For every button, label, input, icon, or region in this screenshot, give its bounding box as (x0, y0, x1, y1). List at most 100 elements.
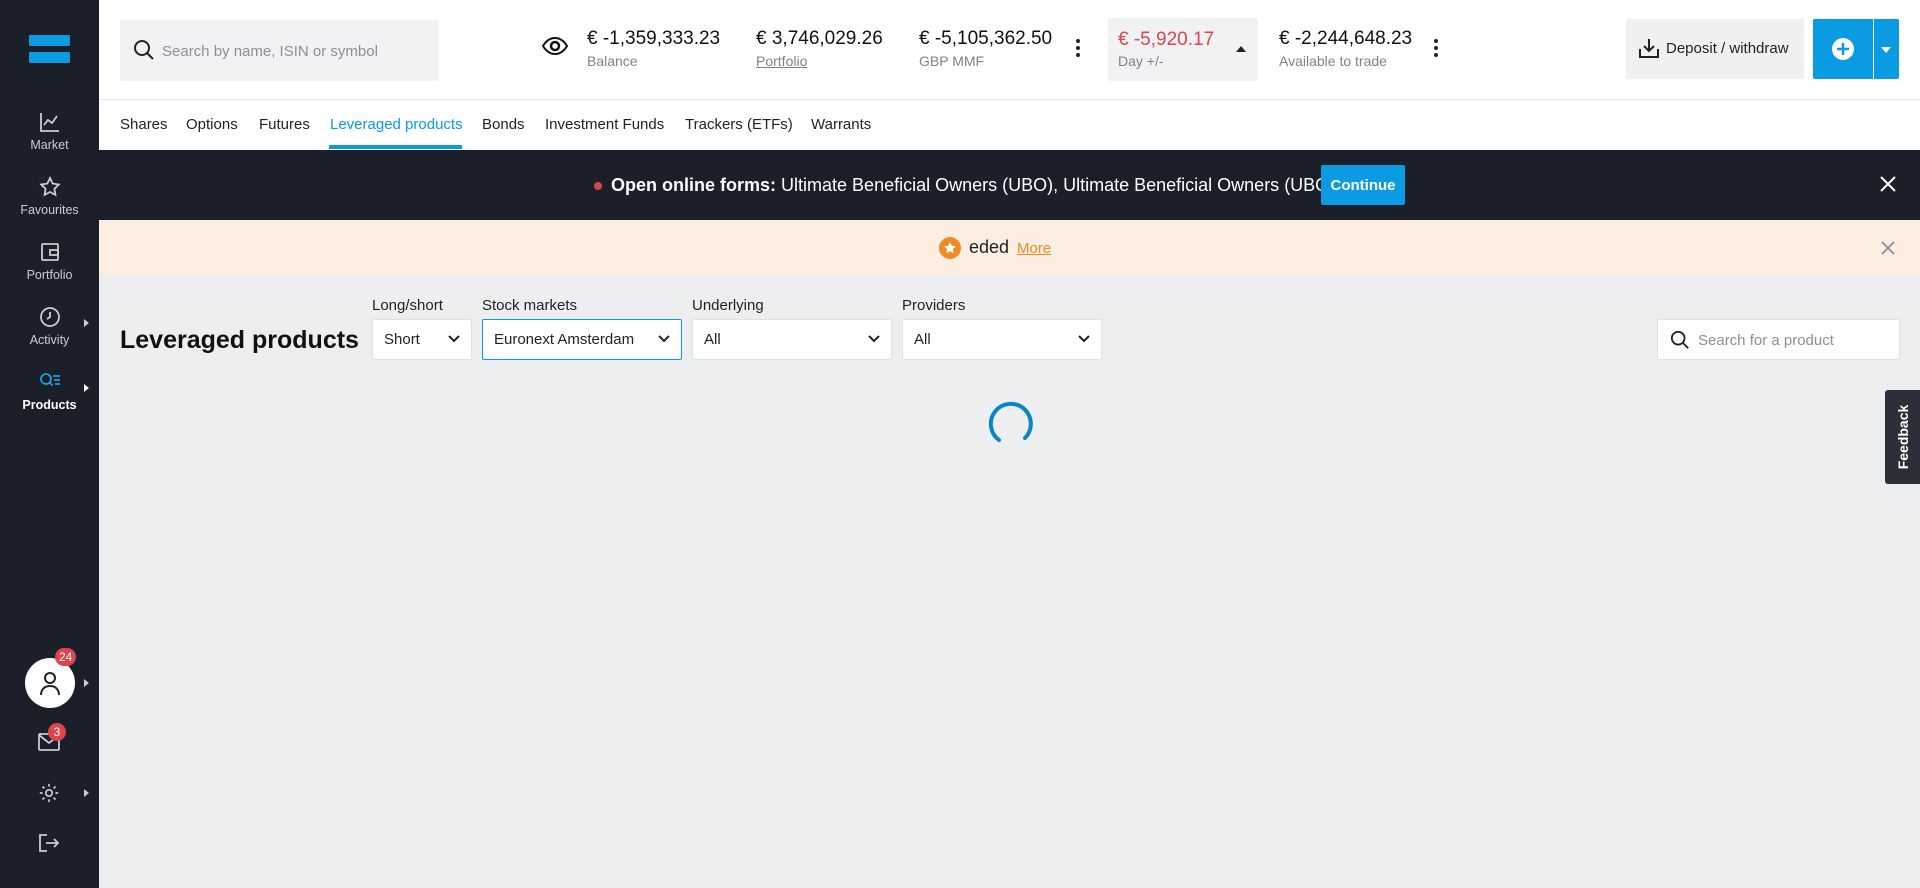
open-forms-title: Open online forms: (611, 175, 777, 195)
filter-label-underlying: Underlying (692, 297, 764, 314)
sidebar-item-label: Products (22, 398, 77, 412)
star-icon (38, 175, 62, 199)
messages-badge: 3 (48, 723, 66, 741)
long-short-value: Short (384, 331, 420, 348)
gbp-mmf-stat: € -5,105,362.50 GBP MMF (919, 28, 1052, 69)
logout-icon[interactable] (38, 833, 60, 858)
day-change-value: € -5,920.17 (1118, 29, 1215, 50)
gbp-mmf-value: € -5,105,362.50 (919, 28, 1053, 49)
eye-icon[interactable] (541, 36, 569, 60)
feedback-label: Feedback (1894, 404, 1911, 470)
portfolio-link[interactable]: Portfolio (756, 53, 883, 69)
upload-tray-icon (1639, 39, 1659, 58)
tab-investment-funds[interactable]: Investment Funds (545, 116, 664, 133)
product-tabs: Shares Options Futures Leveraged product… (99, 100, 1920, 150)
mail-icon[interactable]: 3 (38, 723, 66, 756)
more-options-icon[interactable] (1075, 39, 1081, 61)
tab-shares[interactable]: Shares (120, 116, 168, 133)
chevron-right-icon (84, 384, 89, 392)
add-button[interactable] (1813, 19, 1873, 79)
sidebar-item-products[interactable]: Products (0, 370, 99, 412)
filter-label-long-short: Long/short (372, 297, 443, 314)
providers-select[interactable]: All (902, 319, 1102, 360)
balance-label: Balance (587, 53, 638, 69)
chevron-down-icon (868, 335, 880, 343)
search-input[interactable] (162, 38, 422, 64)
chevron-down-icon (658, 335, 670, 343)
chart-line-icon (38, 110, 62, 134)
underlying-value: All (704, 331, 721, 348)
search-list-icon (38, 370, 62, 394)
header: € -1,359,333.23 Balance € 3,746,029.26 P… (99, 0, 1920, 100)
tab-warrants[interactable]: Warrants (811, 116, 871, 133)
search-icon (134, 40, 154, 60)
chevron-down-icon (448, 335, 460, 343)
global-search[interactable] (120, 20, 439, 81)
clock-icon (38, 305, 62, 329)
long-short-select[interactable]: Short (372, 319, 472, 360)
user-icon (40, 672, 60, 696)
active-tab-indicator (329, 145, 462, 149)
star-badge-icon (939, 237, 961, 259)
filter-label-stock-markets: Stock markets (482, 297, 578, 314)
balance-value: € -1,359,333.23 (587, 28, 721, 49)
tab-bonds[interactable]: Bonds (482, 116, 525, 133)
chevron-right-icon (84, 319, 89, 327)
gear-icon[interactable] (38, 782, 60, 809)
sidebar-item-portfolio[interactable]: Portfolio (0, 240, 99, 282)
tab-trackers[interactable]: Trackers (ETFs) (685, 116, 793, 133)
tab-futures[interactable]: Futures (259, 116, 310, 133)
feedback-tab[interactable]: Feedback (1885, 390, 1920, 484)
chevron-right-icon[interactable] (84, 679, 89, 687)
open-forms-text: Open online forms: Ultimate Beneficial O… (611, 175, 1355, 196)
sidebar-item-favourites[interactable]: Favourites (0, 175, 99, 217)
open-forms-description: Ultimate Beneficial Owners (UBO), Ultima… (781, 175, 1356, 195)
product-search[interactable] (1657, 319, 1900, 360)
sidebar-item-label: Activity (29, 333, 70, 347)
day-change-toggle[interactable]: € -5,920.17 Day +/- (1108, 18, 1258, 81)
more-options-icon[interactable] (1433, 39, 1439, 61)
caret-up-icon (1236, 46, 1246, 52)
search-icon (1670, 330, 1689, 349)
filter-label-providers: Providers (902, 297, 966, 314)
day-change-label: Day +/- (1118, 53, 1164, 69)
notification-badge: 24 (55, 648, 77, 666)
avatar[interactable]: 24 (25, 648, 77, 708)
chevron-right-icon[interactable] (84, 789, 89, 797)
wallet-icon (38, 240, 62, 264)
gbp-mmf-label: GBP MMF (919, 53, 985, 69)
alert-dot-icon (594, 182, 602, 190)
deposit-label: Deposit / withdraw (1666, 40, 1789, 57)
loading-spinner-icon (988, 401, 1033, 442)
tab-leveraged-products[interactable]: Leveraged products (330, 116, 463, 133)
sidebar-item-activity[interactable]: Activity (0, 305, 99, 347)
more-link[interactable]: More (1017, 240, 1051, 257)
chevron-down-icon (1078, 335, 1090, 343)
sidebar-item-label: Portfolio (26, 268, 73, 282)
tab-options[interactable]: Options (186, 116, 238, 133)
stock-markets-value: Euronext Amsterdam (494, 331, 635, 348)
product-search-input[interactable] (1698, 329, 1888, 351)
close-icon[interactable] (1881, 241, 1895, 260)
continue-button[interactable]: Continue (1321, 165, 1405, 205)
sidebar-item-label: Favourites (20, 203, 79, 217)
underlying-select[interactable]: All (692, 319, 892, 360)
plus-circle-icon (1832, 38, 1854, 60)
chevron-down-icon (1881, 47, 1891, 53)
deposit-withdraw-button[interactable]: Deposit / withdraw (1626, 19, 1804, 79)
close-icon[interactable] (1880, 176, 1896, 197)
portfolio-stat: € 3,746,029.26 Portfolio (756, 28, 883, 69)
sidebar-item-market[interactable]: Market (0, 110, 99, 152)
sidebar: Market Favourites Portfolio Activity Pro… (0, 0, 99, 888)
notice-text: eded (969, 237, 1010, 257)
logo[interactable] (29, 35, 70, 63)
notice-banner: eded More (99, 220, 1920, 275)
stock-markets-select[interactable]: Euronext Amsterdam (482, 319, 682, 360)
providers-value: All (914, 331, 931, 348)
add-dropdown-button[interactable] (1874, 19, 1899, 79)
available-value: € -2,244,648.23 (1279, 28, 1413, 49)
balance-stat: € -1,359,333.23 Balance (587, 28, 720, 69)
page-title: Leveraged products (120, 326, 359, 354)
sidebar-item-label: Market (30, 138, 69, 152)
available-label: Available to trade (1279, 53, 1387, 69)
